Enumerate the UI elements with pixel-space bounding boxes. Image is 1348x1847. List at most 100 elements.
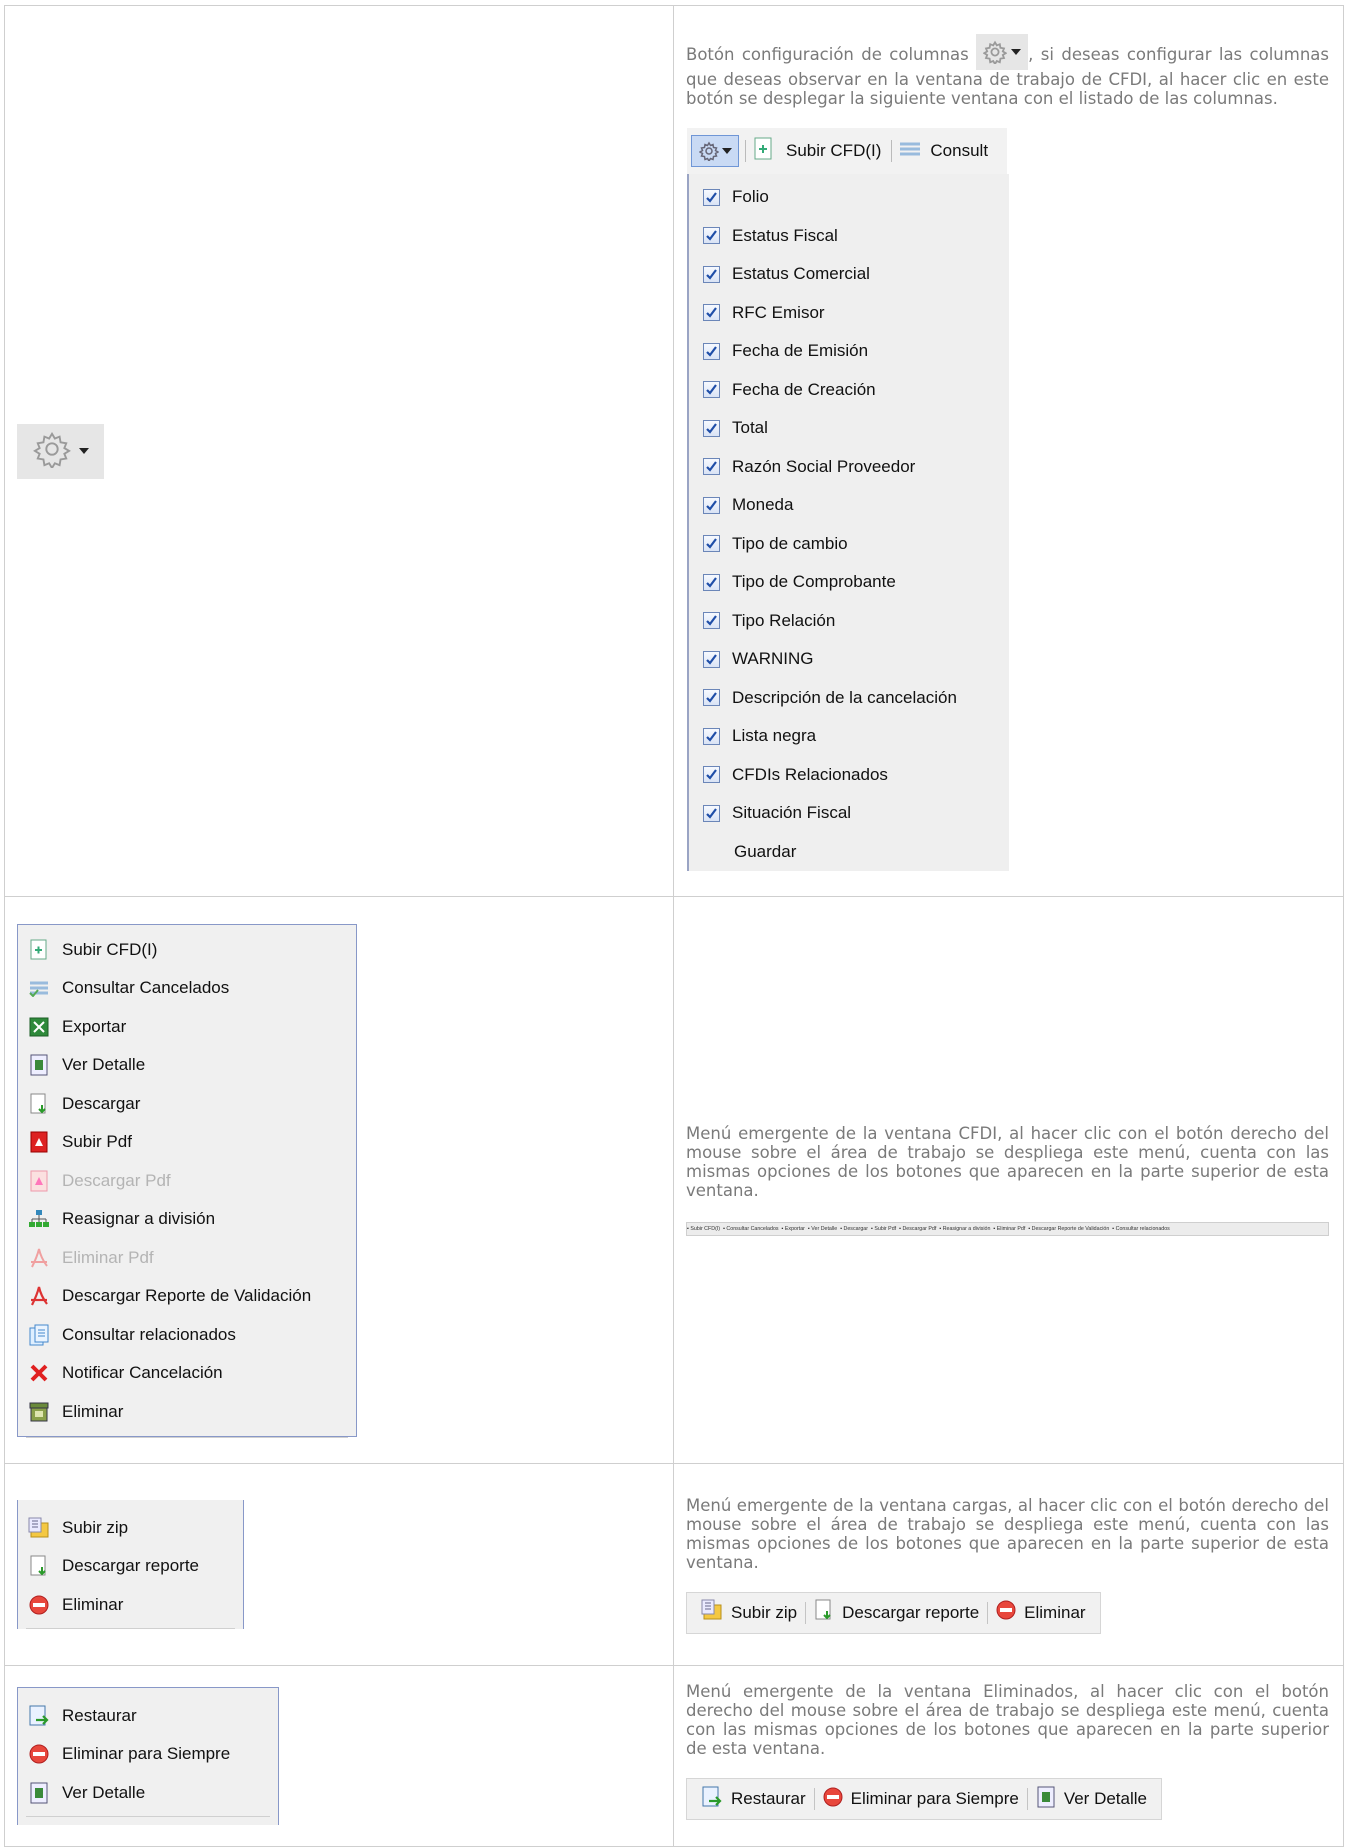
check-icon — [706, 577, 717, 588]
right-cell: Botón configuración de columnas , si des… — [673, 5, 1344, 897]
column-option[interactable]: Tipo de Comprobante — [689, 563, 1009, 602]
tiny-toolbar-item[interactable]: ▪ Ver Detalle — [808, 1226, 837, 1232]
delete-circle-icon — [26, 1744, 52, 1764]
checkbox[interactable] — [703, 535, 720, 553]
check-icon — [706, 346, 717, 357]
zip-upload-icon — [26, 1517, 52, 1539]
column-option[interactable]: Lista negra — [689, 717, 1009, 756]
toolbar-button[interactable]: Descargar reporte — [806, 1599, 987, 1626]
checkbox[interactable] — [703, 612, 720, 630]
column-option[interactable]: Folio — [689, 178, 1009, 217]
column-option[interactable]: Tipo de cambio — [689, 525, 1009, 564]
menu-item-label: Ver Detalle — [62, 1055, 146, 1075]
menu-item[interactable]: Ver Detalle — [18, 1046, 356, 1085]
menu-item[interactable]: Reasignar a división — [18, 1200, 356, 1239]
right-cell: Menú emergente de la ventana Eliminados,… — [673, 1665, 1344, 1847]
checkbox[interactable] — [703, 689, 720, 707]
column-option[interactable]: Situación Fiscal — [689, 794, 1009, 833]
checkbox[interactable] — [703, 304, 720, 322]
column-option[interactable]: Estatus Comercial — [689, 255, 1009, 294]
check-icon — [706, 500, 717, 511]
tiny-toolbar-item[interactable]: ▪ Subir Pdf — [871, 1226, 896, 1232]
checkbox[interactable] — [703, 227, 720, 245]
check-icon — [706, 269, 717, 280]
left-cell: Restaurar Eliminar para Siempre Ver Detall… — [4, 1665, 674, 1847]
column-option[interactable]: Fecha de Emisión — [689, 332, 1009, 371]
tiny-toolbar-item[interactable]: ▪ Eliminar Pdf — [993, 1226, 1025, 1232]
checkbox[interactable] — [703, 573, 720, 591]
trash-icon — [26, 1401, 52, 1423]
save-button[interactable]: Guardar — [734, 842, 796, 862]
toolbar-button[interactable]: Ver Detalle — [1028, 1786, 1155, 1813]
menu-item[interactable]: Ver Detalle — [18, 1773, 278, 1812]
column-config-screenshot: Subir CFD(I) Consult Folio Estatus Fiscal… — [687, 128, 1009, 872]
tiny-toolbar-item[interactable]: ▪ Consultar Cancelados — [723, 1226, 778, 1232]
column-config-button[interactable] — [691, 135, 739, 167]
checkbox[interactable] — [703, 496, 720, 514]
menu-item-label: Notificar Cancelación — [62, 1363, 223, 1383]
menu-item[interactable]: Consultar relacionados — [18, 1316, 356, 1355]
pdf-delete-icon — [26, 1247, 52, 1269]
tiny-toolbar-item[interactable]: ▪ Descargar Reporte de Validación — [1028, 1226, 1109, 1232]
tiny-toolbar-item[interactable]: ▪ Exportar — [782, 1226, 805, 1232]
consult-button-label[interactable]: Consult — [930, 141, 988, 161]
checkbox[interactable] — [703, 188, 720, 206]
save-row[interactable]: Guardar — [689, 833, 1009, 872]
cargas-toolbar: Subir zip Descargar reporte Eliminar — [686, 1591, 1101, 1634]
menu-item[interactable]: Eliminar — [18, 1585, 243, 1624]
column-option[interactable]: Descripción de la cancelación — [689, 679, 1009, 718]
menu-item[interactable]: Eliminar para Siempre — [18, 1735, 278, 1774]
column-option-label: Razón Social Proveedor — [732, 456, 916, 476]
menu-item[interactable]: Descargar Reporte de Validación — [18, 1277, 356, 1316]
row-cfdi-menu: Subir CFD(I) Consultar Cancelados Exportar… — [4, 896, 1344, 1464]
column-option[interactable]: Moneda — [689, 486, 1009, 525]
column-option[interactable]: CFDIs Relacionados — [689, 756, 1009, 795]
checkbox[interactable] — [703, 265, 720, 283]
check-icon — [706, 654, 717, 665]
checkbox[interactable] — [703, 419, 720, 437]
column-option[interactable]: Estatus Fiscal — [689, 217, 1009, 256]
checkbox[interactable] — [703, 381, 720, 399]
tiny-toolbar-item[interactable]: ▪ Reasignar a división — [939, 1226, 990, 1232]
column-option[interactable]: Tipo Relación — [689, 602, 1009, 641]
checkbox[interactable] — [703, 804, 720, 822]
column-option-label: Total — [732, 418, 768, 438]
cfdi-tiny-toolbar: ▪ Subir CFD(I) ▪ Consultar Cancelados ▪ Ex… — [686, 1222, 1329, 1236]
checkbox[interactable] — [703, 727, 720, 745]
menu-item[interactable]: Descargar reporte — [18, 1547, 243, 1586]
column-option[interactable]: Total — [689, 409, 1009, 448]
tiny-toolbar-item[interactable]: ▪ Descargar — [840, 1226, 868, 1232]
tiny-toolbar-item[interactable]: ▪ Consultar relacionados — [1112, 1226, 1170, 1232]
check-icon — [706, 423, 717, 434]
toolbar-button[interactable]: Eliminar para Siempre — [815, 1787, 1027, 1812]
checkbox[interactable] — [703, 766, 720, 784]
menu-item[interactable]: Consultar Cancelados — [18, 969, 356, 1008]
menu-item-label: Eliminar Pdf — [62, 1247, 154, 1267]
checkbox[interactable] — [703, 342, 720, 360]
menu-item[interactable]: Eliminar — [18, 1393, 356, 1432]
menu-item[interactable]: Subir zip — [18, 1508, 243, 1547]
checkbox[interactable] — [703, 458, 720, 476]
column-option[interactable]: WARNING — [689, 640, 1009, 679]
menu-item[interactable]: Exportar — [18, 1008, 356, 1047]
tiny-toolbar-item[interactable]: ▪ Subir CFD(I) — [687, 1226, 720, 1232]
menu-item[interactable]: Notificar Cancelación — [18, 1354, 356, 1393]
menu-item-label: Consultar Cancelados — [62, 978, 230, 998]
menu-item[interactable]: Descargar — [18, 1085, 356, 1124]
check-icon — [706, 615, 717, 626]
checkbox[interactable] — [703, 650, 720, 668]
column-option[interactable]: Razón Social Proveedor — [689, 448, 1009, 487]
toolbar-button[interactable]: Subir zip — [693, 1599, 805, 1626]
separator — [891, 140, 893, 162]
upload-button-label[interactable]: Subir CFD(I) — [786, 141, 881, 161]
toolbar-button[interactable]: Eliminar — [988, 1600, 1093, 1625]
menu-item[interactable]: Restaurar — [18, 1696, 278, 1735]
column-option[interactable]: Fecha de Creación — [689, 371, 1009, 410]
menu-item[interactable]: Subir CFD(I) — [18, 931, 356, 970]
row-column-config: Botón configuración de columnas , si des… — [4, 5, 1344, 897]
menu-item[interactable]: Subir Pdf — [18, 1123, 356, 1162]
toolbar-button[interactable]: Restaurar — [693, 1786, 814, 1813]
column-config-button[interactable] — [17, 423, 104, 479]
column-option[interactable]: RFC Emisor — [689, 294, 1009, 333]
tiny-toolbar-item[interactable]: ▪ Descargar Pdf — [899, 1226, 936, 1232]
